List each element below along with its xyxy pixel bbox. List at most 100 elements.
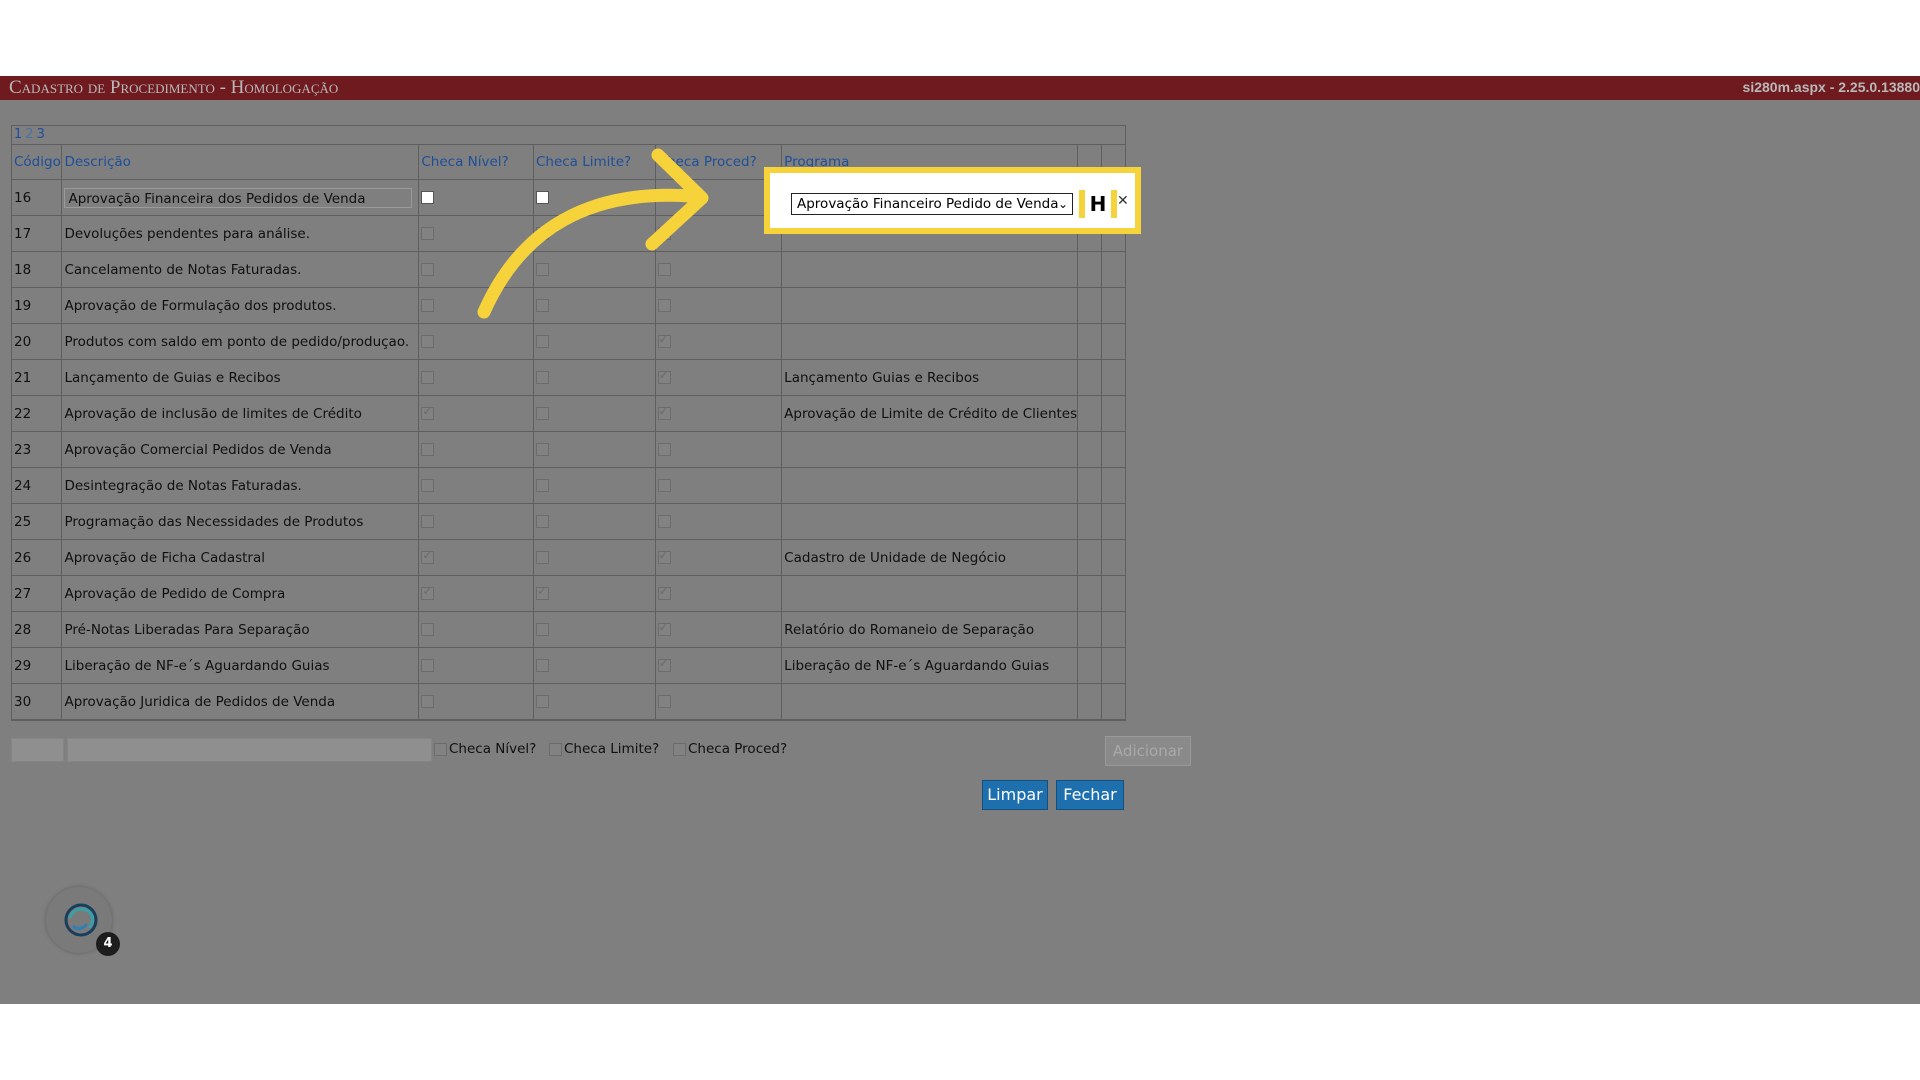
new-checa-proced-checkbox[interactable] — [673, 742, 686, 756]
checa-nivel-checkbox[interactable] — [421, 479, 435, 492]
checa-proced-checkbox[interactable] — [657, 332, 671, 348]
row-code: 16 — [12, 179, 62, 216]
program-select[interactable]: Aprovação Financeiro Pedido de Venda ⌄ — [791, 193, 1073, 215]
checa-proced-checkbox[interactable] — [657, 479, 671, 492]
row-program: Liberação de NF-e´s Aguardando Guias — [781, 647, 1078, 684]
table-row[interactable]: 20 Produtos com saldo em ponto de pedido/… — [12, 323, 1125, 360]
table-row[interactable]: 26Aprovação de Ficha Cadastral Cadastro d… — [12, 539, 1125, 576]
table-row[interactable]: 22 Aprovação de inclusão de limites de Cr… — [12, 395, 1125, 432]
row-code: 23 — [12, 431, 62, 468]
row-action-2 — [1100, 251, 1125, 288]
table-row[interactable]: 27 Aprovação de Pedido de Compra — [12, 575, 1125, 612]
row-checa-nivel — [418, 431, 534, 468]
table-row[interactable]: 21Lançamento de Guias e Recibos Lançament… — [12, 359, 1125, 396]
new-code-input[interactable] — [11, 738, 64, 762]
add-button[interactable]: Adicionar — [1105, 736, 1191, 766]
row-code: 29 — [12, 647, 62, 684]
checa-limite-checkbox[interactable] — [535, 371, 549, 384]
row-checa-limite — [532, 431, 656, 468]
save-icon[interactable]: H — [1079, 190, 1117, 218]
checa-nivel-checkbox[interactable] — [421, 443, 435, 456]
checa-nivel-checkbox[interactable] — [421, 371, 435, 384]
new-checa-limite-label: Checa Limite? — [564, 741, 660, 757]
checa-nivel-checkbox[interactable] — [421, 404, 435, 420]
checa-nivel-checkbox[interactable] — [421, 191, 435, 204]
new-checa-proced[interactable]: Checa Proced? — [673, 741, 787, 757]
checa-nivel-checkbox[interactable] — [421, 227, 435, 240]
checa-limite-checkbox[interactable] — [535, 479, 549, 492]
row-checa-nivel — [418, 323, 534, 360]
row-code: 28 — [12, 611, 62, 648]
cancel-icon[interactable]: ✕ — [1117, 193, 1129, 209]
table-row[interactable]: 18 Cancelamento de Notas Faturadas. — [12, 251, 1125, 288]
checa-nivel-checkbox[interactable] — [421, 299, 435, 312]
checa-proced-checkbox[interactable] — [657, 299, 671, 312]
new-description-input[interactable] — [67, 738, 432, 762]
checa-limite-checkbox[interactable] — [535, 443, 549, 456]
new-checa-nivel[interactable]: Checa Nível? — [434, 741, 536, 757]
new-checa-nivel-checkbox[interactable] — [434, 742, 447, 756]
checa-limite-checkbox[interactable] — [535, 659, 549, 672]
checa-proced-checkbox[interactable] — [657, 620, 671, 636]
row-description: Produtos com saldo em ponto de pedido/pr… — [61, 323, 419, 360]
checa-proced-checkbox[interactable] — [657, 695, 671, 708]
page-link-3[interactable]: 3 — [37, 127, 45, 142]
table-row[interactable]: 25 Programação das Necessidades de Produt… — [12, 503, 1125, 540]
checa-limite-checkbox[interactable] — [535, 551, 549, 564]
checa-proced-checkbox[interactable] — [657, 263, 671, 276]
col-codigo[interactable]: Código — [12, 145, 62, 180]
checa-nivel-checkbox[interactable] — [421, 335, 435, 348]
table-row[interactable]: 19 Aprovação de Formulação dos produtos. — [12, 287, 1125, 324]
checa-limite-checkbox[interactable] — [535, 515, 549, 528]
checa-proced-checkbox[interactable] — [657, 404, 671, 420]
checa-nivel-checkbox[interactable] — [421, 659, 435, 672]
row-description: Aprovação de inclusão de limites de Créd… — [61, 395, 419, 432]
description-input[interactable]: Aprovação Financeira dos Pedidos de Vend… — [64, 187, 413, 208]
checa-limite-checkbox[interactable] — [535, 695, 549, 708]
checa-nivel-checkbox[interactable] — [421, 584, 435, 600]
checa-limite-checkbox[interactable] — [535, 407, 549, 420]
checa-proced-checkbox[interactable] — [657, 584, 671, 600]
clear-button[interactable]: Limpar — [982, 780, 1048, 810]
checa-nivel-checkbox[interactable] — [421, 263, 435, 276]
checa-limite-checkbox[interactable] — [535, 191, 549, 204]
checa-nivel-checkbox[interactable] — [421, 695, 435, 708]
col-checa-nivel[interactable]: Checa Nível? — [418, 145, 534, 180]
checa-proced-checkbox[interactable] — [657, 368, 671, 384]
table-row[interactable]: 30 Aprovação Juridica de Pedidos de Venda — [12, 683, 1125, 720]
col-checa-limite[interactable]: Checa Limite? — [532, 145, 656, 180]
table-row[interactable]: 23 Aprovação Comercial Pedidos de Venda — [12, 431, 1125, 468]
new-checa-limite-checkbox[interactable] — [549, 742, 562, 756]
checa-proced-checkbox[interactable] — [657, 227, 671, 240]
row-action-1 — [1077, 287, 1102, 324]
row-program — [781, 575, 1078, 612]
page-link-2[interactable]: 2 — [25, 127, 33, 142]
new-checa-nivel-label: Checa Nível? — [449, 741, 537, 757]
row-action-1 — [1077, 431, 1102, 468]
page-link-1[interactable]: 1 — [14, 127, 22, 142]
checa-limite-checkbox[interactable] — [535, 299, 549, 312]
checa-limite-checkbox[interactable] — [535, 623, 549, 636]
table-row[interactable]: 29Liberação de NF-e´s Aguardando GuiasLi… — [12, 647, 1125, 684]
row-checa-nivel — [418, 683, 534, 720]
checa-proced-checkbox[interactable] — [657, 443, 671, 456]
table-row[interactable]: 28Pré-Notas Liberadas Para Separação Rela… — [12, 611, 1125, 648]
checa-proced-checkbox[interactable] — [657, 548, 671, 564]
checa-limite-checkbox[interactable] — [535, 227, 549, 240]
checa-limite-checkbox[interactable] — [535, 584, 549, 600]
checa-limite-checkbox[interactable] — [535, 335, 549, 348]
col-checa-proced[interactable]: Checa Proced? — [654, 145, 782, 180]
checa-proced-checkbox[interactable] — [657, 515, 671, 528]
table-row[interactable]: 24 Desintegração de Notas Faturadas. — [12, 467, 1125, 504]
row-action-1 — [1077, 467, 1102, 504]
col-descricao[interactable]: Descrição — [61, 145, 419, 180]
checa-nivel-checkbox[interactable] — [421, 623, 435, 636]
checa-nivel-checkbox[interactable] — [421, 548, 435, 564]
assistant-launcher[interactable]: 4 — [46, 887, 120, 956]
page-overlay: Cadastro de Procedimento - Homologação s… — [0, 76, 1920, 1004]
new-checa-limite[interactable]: Checa Limite? — [549, 741, 659, 757]
checa-nivel-checkbox[interactable] — [421, 515, 435, 528]
checa-proced-checkbox[interactable] — [657, 656, 671, 672]
close-button[interactable]: Fechar — [1056, 780, 1124, 810]
checa-limite-checkbox[interactable] — [535, 263, 549, 276]
